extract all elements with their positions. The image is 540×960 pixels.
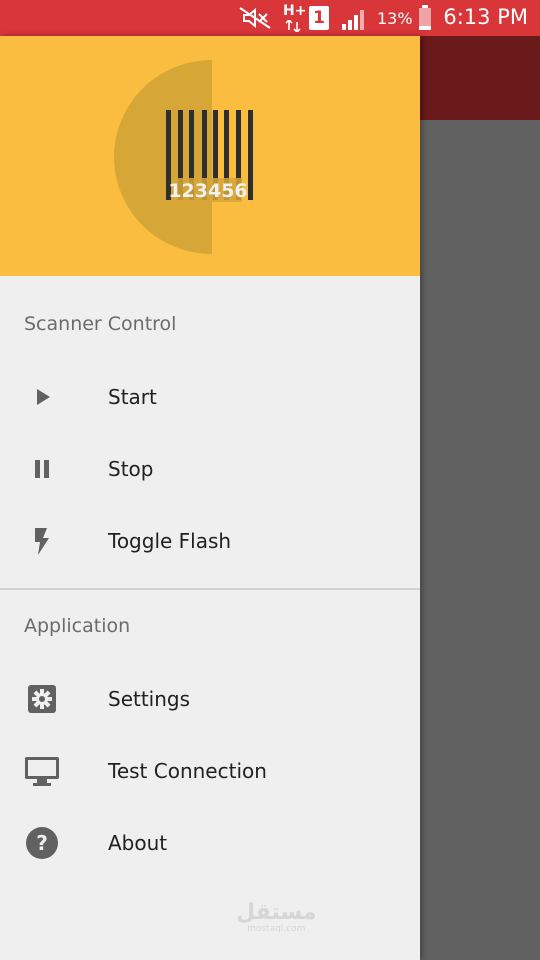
watermark-text: مستقل <box>236 900 317 925</box>
help-icon: ? <box>24 825 60 861</box>
sim-slot-number: 1 <box>313 8 325 28</box>
pause-icon <box>24 451 60 487</box>
menu-item-label: Settings <box>108 687 191 711</box>
menu-item-label: Stop <box>108 457 154 481</box>
status-bar: H+ 1 13% 6:13 PM <box>0 0 540 36</box>
watermark: مستقل mostaql.com <box>236 900 317 935</box>
barcode-digits: 123456 <box>168 180 247 202</box>
sim-icon: 1 <box>309 6 329 30</box>
section-divider <box>0 588 420 590</box>
menu-item-label: Toggle Flash <box>108 529 232 553</box>
play-icon <box>24 379 60 415</box>
battery-icon <box>419 5 431 30</box>
menu-item-about[interactable]: ? About <box>0 807 420 879</box>
network-type: H+ <box>283 3 307 19</box>
signal-icon <box>342 10 364 30</box>
menu-item-label: Start <box>108 385 157 409</box>
svg-text:?: ? <box>36 831 48 855</box>
scrim[interactable] <box>420 120 540 960</box>
settings-icon <box>24 681 60 717</box>
battery-percent: 13% <box>377 9 413 28</box>
monitor-icon <box>24 753 60 789</box>
section-title-application: Application <box>24 615 131 637</box>
clock: 6:13 PM <box>443 5 528 29</box>
menu-item-toggle-flash[interactable]: Toggle Flash <box>0 505 420 577</box>
menu-item-test-connection[interactable]: Test Connection <box>0 735 420 807</box>
mute-icon <box>239 7 271 29</box>
app-toolbar-behind <box>420 36 540 120</box>
drawer-header: 123456 <box>0 36 420 276</box>
menu-item-start[interactable]: Start <box>0 361 420 433</box>
menu-item-stop[interactable]: Stop <box>0 433 420 505</box>
menu-item-label: About <box>108 831 168 855</box>
navigation-drawer: 123456 Scanner Control Start Stop Toggle… <box>0 36 420 960</box>
barcode-logo: 123456 <box>114 60 253 254</box>
menu-item-label: Test Connection <box>108 759 267 783</box>
data-arrows-icon <box>285 20 301 32</box>
section-title-scanner-control: Scanner Control <box>24 313 177 335</box>
menu-item-settings[interactable]: Settings <box>0 663 420 735</box>
flash-icon <box>24 523 60 559</box>
watermark-subtext: mostaql.com <box>247 924 306 934</box>
